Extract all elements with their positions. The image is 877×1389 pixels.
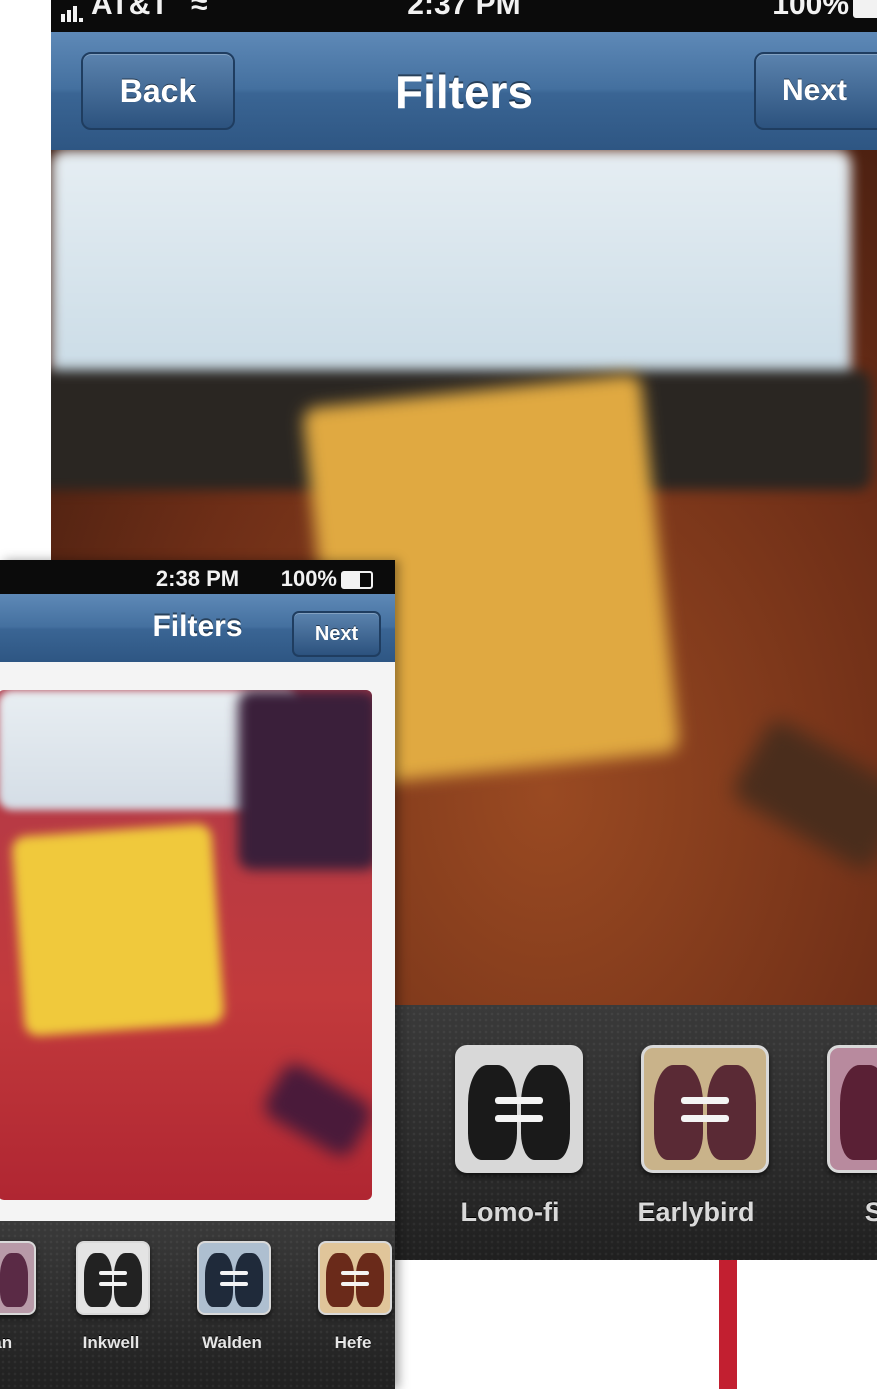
- filter-thumbnail-inkwell[interactable]: [76, 1241, 150, 1315]
- next-button[interactable]: Next: [292, 611, 381, 657]
- battery-percent: 100%: [280, 566, 337, 591]
- filter-label-lomo-fi: Lomo-fi: [460, 1197, 560, 1227]
- filter-strip[interactable]: nan Inkwell Walden Hefe: [0, 1221, 395, 1389]
- filter-thumbnail-hefe[interactable]: [318, 1241, 392, 1315]
- status-time: 2:37 PM: [407, 0, 521, 21]
- filter-thumbnail-partial[interactable]: [0, 1241, 36, 1315]
- nav-bar: Filters Next: [0, 594, 395, 663]
- filter-label-earlybird: Earlybird: [637, 1197, 755, 1227]
- filter-label-inkwell: Inkwell: [82, 1333, 140, 1352]
- nav-bar: Back Filters Next: [51, 32, 877, 151]
- status-bar: AT&T ≈ 2:37 PM 100%: [51, 0, 877, 32]
- status-battery: 100%: [281, 566, 373, 592]
- status-battery: 100%: [772, 0, 877, 22]
- filter-thumbnail-lomo-fi[interactable]: [455, 1045, 583, 1173]
- photo-monitor-glow: [51, 150, 851, 390]
- status-bar: 2:38 PM 100%: [0, 560, 395, 594]
- next-button[interactable]: Next: [754, 52, 877, 130]
- decorative-red-bar: [719, 1255, 737, 1389]
- filter-label-partial: nan: [0, 1333, 13, 1352]
- battery-percent: 100%: [772, 0, 849, 21]
- filter-thumbnail-earlybird[interactable]: [641, 1045, 769, 1173]
- photo-preview: [0, 690, 372, 1200]
- filter-thumbnail-partial[interactable]: [827, 1045, 877, 1173]
- battery-icon: [853, 0, 877, 19]
- filter-label-partial: Su: [864, 1197, 877, 1227]
- photo-object: [729, 716, 877, 874]
- battery-icon: [341, 571, 373, 590]
- front-phone-screen: 2:38 PM 100% Filters Next nan Inkwell Wa…: [0, 560, 395, 1389]
- filter-label-hefe: Hefe: [334, 1333, 372, 1352]
- photo-sticky-note: [11, 823, 225, 1037]
- filter-thumbnail-walden[interactable]: [197, 1241, 271, 1315]
- filter-label-walden: Walden: [202, 1333, 262, 1352]
- photo-monitor-frame: [238, 690, 372, 870]
- photo-object: [259, 1059, 372, 1161]
